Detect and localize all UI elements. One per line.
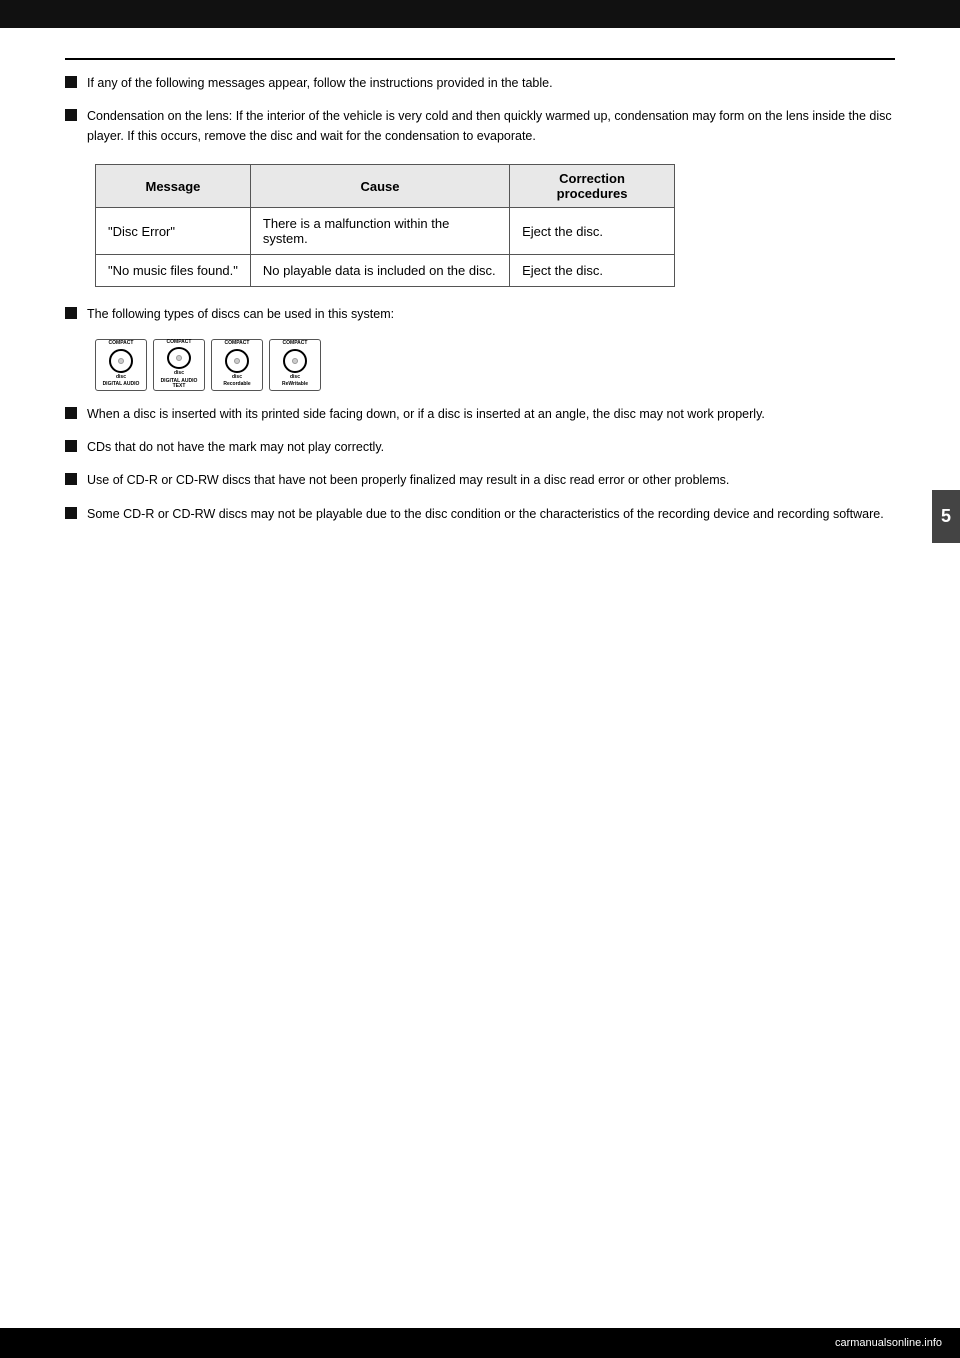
table-header-cause: Cause (250, 165, 509, 208)
disc-logo-1: COMPACT disc DIGITAL AUDIO (95, 339, 147, 391)
bullet-square-5 (65, 440, 77, 452)
bullet-text-1: If any of the following messages appear,… (87, 74, 553, 93)
error-table: Message Cause Correction procedures "Dis… (95, 164, 675, 287)
bullet-text-6: Use of CD-R or CD-RW discs that have not… (87, 471, 729, 490)
bullet-section-4: When a disc is inserted with its printed… (65, 405, 895, 424)
bullet-section-7: Some CD-R or CD-RW discs may not be play… (65, 505, 895, 524)
bullet-square-2 (65, 109, 77, 121)
disc-logo-3-circle (225, 349, 249, 373)
disc-logo-4-bot: ReWritable (282, 382, 308, 388)
bullet-text-2: Condensation on the lens: If the interio… (87, 107, 895, 146)
disc-logo-3-mid: disc (232, 375, 242, 381)
bullet-square-3 (65, 307, 77, 319)
bullet-square-4 (65, 407, 77, 419)
bottom-bar: carmanualsonline.info (0, 1328, 960, 1358)
bullet-square-6 (65, 473, 77, 485)
disc-logo-3-top: COMPACT (225, 341, 250, 347)
bullet-section-2: Condensation on the lens: If the interio… (65, 107, 895, 146)
table-header-message: Message (96, 165, 251, 208)
disc-logo-2-inner (176, 355, 182, 361)
bullet-section-1: If any of the following messages appear,… (65, 74, 895, 93)
bullet-square-1 (65, 76, 77, 88)
table-cell-correction-2: Eject the disc. (510, 255, 675, 287)
table-cell-cause-2: No playable data is included on the disc… (250, 255, 509, 287)
disc-logo-3-inner (234, 358, 240, 364)
disc-logo-1-mid: disc (116, 375, 126, 381)
table-row-1: "Disc Error" There is a malfunction with… (96, 208, 675, 255)
page-container: If any of the following messages appear,… (0, 0, 960, 1358)
bullet-section-3: The following types of discs can be used… (65, 305, 895, 324)
content-body: If any of the following messages appear,… (65, 60, 895, 552)
disc-logo-4-mid: disc (290, 375, 300, 381)
bullet-text-7: Some CD-R or CD-RW discs may not be play… (87, 505, 884, 524)
disc-logo-4: COMPACT disc ReWritable (269, 339, 321, 391)
disc-logo-3: COMPACT disc Recordable (211, 339, 263, 391)
disc-logo-2-mid: disc (174, 371, 184, 377)
bullet-text-3: The following types of discs can be used… (87, 305, 394, 324)
error-table-wrapper: Message Cause Correction procedures "Dis… (95, 164, 895, 287)
table-cell-message-2: "No music files found." (96, 255, 251, 287)
disc-logo-1-inner (118, 358, 124, 364)
bullet-square-7 (65, 507, 77, 519)
bullet-text-4: When a disc is inserted with its printed… (87, 405, 765, 424)
watermark-text: carmanualsonline.info (835, 1337, 942, 1349)
disc-logo-1-circle (109, 349, 133, 373)
disc-logo-4-circle (283, 349, 307, 373)
table-header-correction: Correction procedures (510, 165, 675, 208)
disc-logo-1-top: COMPACT (109, 341, 134, 347)
disc-logo-2: COMPACT disc DIGITAL AUDIO TEXT (153, 339, 205, 391)
disc-logo-2-top: COMPACT (167, 340, 192, 346)
disc-logo-2-bot: DIGITAL AUDIO TEXT (154, 379, 204, 390)
disc-logo-1-bot: DIGITAL AUDIO (103, 382, 140, 388)
disc-logo-2-circle (167, 347, 191, 369)
bullet-section-5: CDs that do not have the mark may not pl… (65, 438, 895, 457)
disc-logo-3-bot: Recordable (223, 382, 250, 388)
top-bar (0, 0, 960, 28)
table-row-2: "No music files found." No playable data… (96, 255, 675, 287)
disc-logo-4-top: COMPACT (283, 341, 308, 347)
section-badge: 5 (932, 490, 960, 543)
table-cell-message-1: "Disc Error" (96, 208, 251, 255)
table-cell-correction-1: Eject the disc. (510, 208, 675, 255)
bullet-section-6: Use of CD-R or CD-RW discs that have not… (65, 471, 895, 490)
bullet-text-5: CDs that do not have the mark may not pl… (87, 438, 384, 457)
disc-logos-container: COMPACT disc DIGITAL AUDIO COMPACT disc … (95, 339, 895, 391)
disc-logo-4-inner (292, 358, 298, 364)
table-cell-cause-1: There is a malfunction within the system… (250, 208, 509, 255)
